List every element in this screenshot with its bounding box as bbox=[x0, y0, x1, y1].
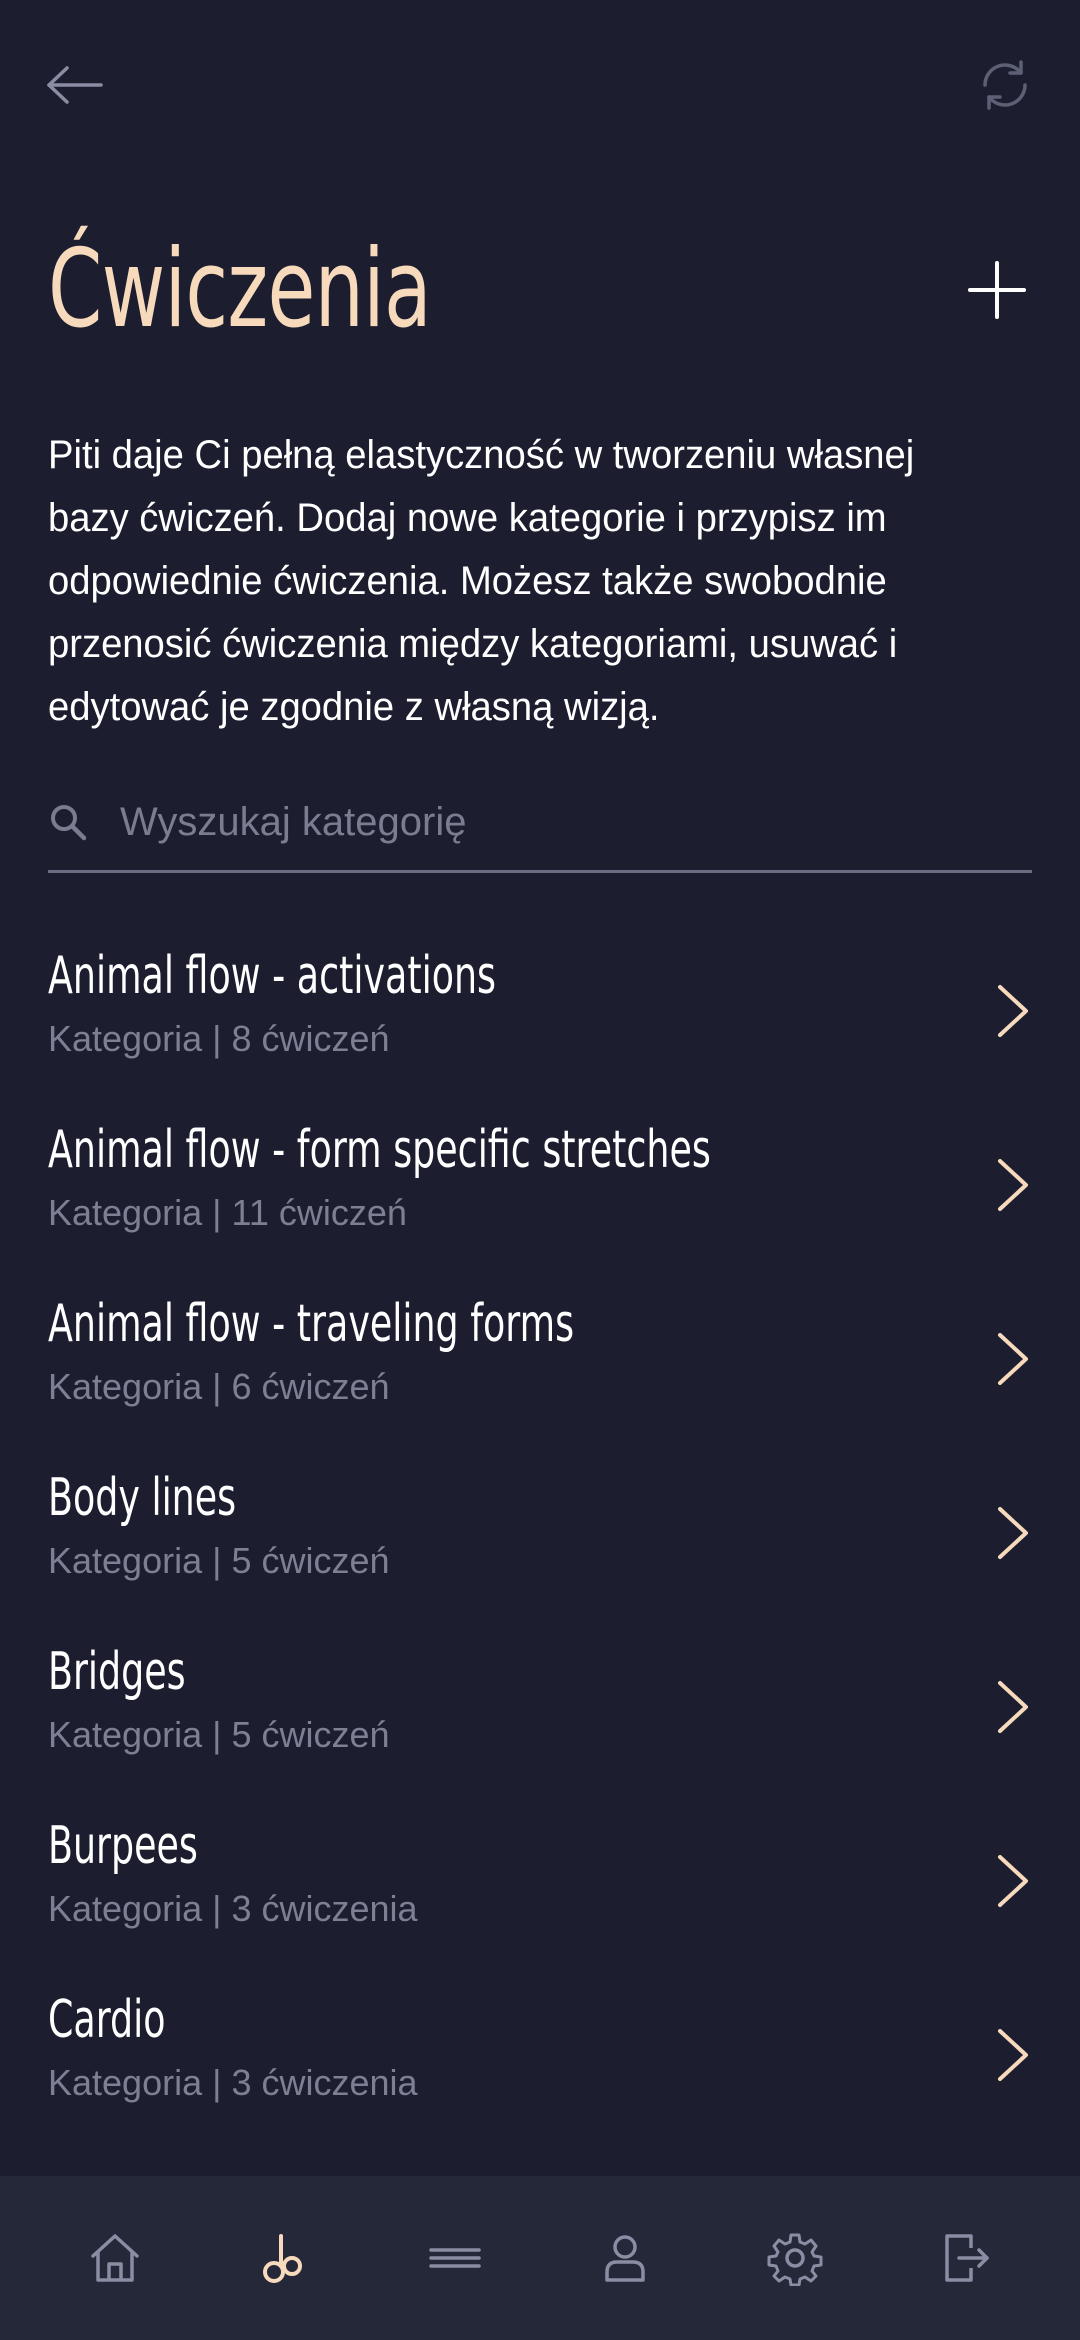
search-bar bbox=[48, 774, 1032, 873]
title-row: Ćwiczenia bbox=[48, 205, 1032, 375]
chevron-right-icon bbox=[984, 1672, 1040, 1742]
arrow-left-icon bbox=[47, 66, 103, 104]
search-input[interactable] bbox=[120, 782, 1032, 862]
kettlebell-icon bbox=[263, 2234, 302, 2283]
category-meta: Kategoria | 11 ćwiczeń bbox=[48, 1192, 407, 1233]
search-icon bbox=[48, 802, 88, 842]
category-meta: Kategoria | 6 ćwiczeń bbox=[48, 1366, 390, 1407]
chevron-right-icon bbox=[984, 1324, 1040, 1394]
category-name: Animal flow - traveling forms bbox=[48, 1294, 575, 1354]
home-icon bbox=[91, 2234, 139, 2282]
chevron-right-icon bbox=[984, 976, 1040, 1046]
list-item[interactable]: Animal flow - form specific stretches Ka… bbox=[48, 1098, 1040, 1272]
chevron-right-icon bbox=[984, 2020, 1040, 2090]
add-category-button[interactable] bbox=[962, 255, 1032, 325]
category-name: Bridges bbox=[48, 1642, 186, 1702]
category-meta: Kategoria | 5 ćwiczeń bbox=[48, 1714, 390, 1755]
back-button[interactable] bbox=[40, 50, 110, 120]
nav-settings-button[interactable] bbox=[740, 2203, 850, 2313]
nav-menu-button[interactable] bbox=[400, 2203, 510, 2313]
category-name: Burpees bbox=[48, 1816, 198, 1876]
plus-icon bbox=[968, 261, 1026, 319]
page-title: Ćwiczenia bbox=[48, 227, 432, 352]
gear-icon bbox=[767, 2233, 823, 2286]
category-name: Cardio bbox=[48, 1990, 166, 2050]
chevron-right-icon bbox=[984, 1846, 1040, 1916]
nav-logout-button[interactable] bbox=[910, 2203, 1020, 2313]
category-meta: Kategoria | 3 ćwiczenia bbox=[48, 1888, 418, 1929]
nav-exercises-button[interactable] bbox=[230, 2203, 340, 2313]
list-item[interactable]: Bridges Kategoria | 5 ćwiczeń bbox=[48, 1620, 1040, 1794]
refresh-button[interactable] bbox=[970, 50, 1040, 120]
category-meta: Kategoria | 3 ćwiczenia bbox=[48, 2062, 418, 2103]
nav-home-button[interactable] bbox=[60, 2203, 170, 2313]
top-bar bbox=[0, 0, 1080, 170]
list-item[interactable]: Burpees Kategoria | 3 ćwiczenia bbox=[48, 1794, 1040, 1968]
chevron-right-icon bbox=[984, 1150, 1040, 1220]
user-icon bbox=[605, 2235, 645, 2282]
bottom-navigation bbox=[0, 2176, 1080, 2340]
chevron-right-icon bbox=[984, 1498, 1040, 1568]
category-list: Animal flow - activations Kategoria | 8 … bbox=[0, 924, 1080, 2142]
list-item[interactable]: Cardio Kategoria | 3 ćwiczenia bbox=[48, 1968, 1040, 2142]
nav-profile-button[interactable] bbox=[570, 2203, 680, 2313]
list-item[interactable]: Animal flow - activations Kategoria | 8 … bbox=[48, 924, 1040, 1098]
category-name: Animal flow - form specific stretches bbox=[48, 1120, 711, 1180]
refresh-icon bbox=[983, 60, 1027, 110]
logout-icon bbox=[945, 2234, 989, 2282]
list-item[interactable]: Animal flow - traveling forms Kategoria … bbox=[48, 1272, 1040, 1446]
category-meta: Kategoria | 5 ćwiczeń bbox=[48, 1540, 390, 1581]
category-name: Animal flow - activations bbox=[48, 946, 497, 1006]
menu-lines-icon bbox=[429, 2248, 481, 2268]
page-description: Piti daje Ci pełną elastyczność w tworze… bbox=[48, 433, 915, 729]
list-item[interactable]: Body lines Kategoria | 5 ćwiczeń bbox=[48, 1446, 1040, 1620]
category-name: Body lines bbox=[48, 1468, 237, 1528]
category-meta: Kategoria | 8 ćwiczeń bbox=[48, 1018, 390, 1059]
